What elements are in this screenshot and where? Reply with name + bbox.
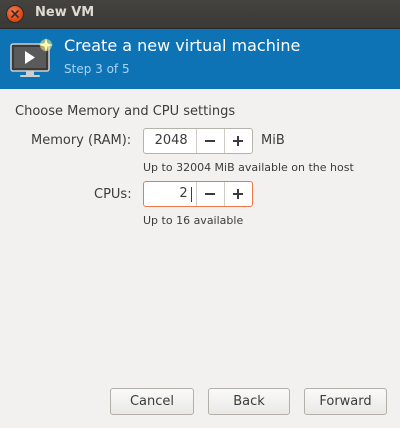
wizard-title: Create a new virtual machine <box>64 36 301 55</box>
memory-available-hint: Up to 32004 MiB available on the host <box>143 161 354 174</box>
window-titlebar: New VM <box>0 0 400 29</box>
wizard-header: Create a new virtual machine Step 3 of 5 <box>0 29 400 89</box>
section-title: Choose Memory and CPU settings <box>15 104 236 119</box>
text-cursor <box>190 187 192 202</box>
minus-icon <box>205 193 216 195</box>
memory-unit: MiB <box>261 133 285 148</box>
cpus-spinbox[interactable]: 2 <box>143 181 253 207</box>
back-button[interactable]: Back <box>208 388 290 415</box>
forward-button[interactable]: Forward <box>304 388 387 415</box>
memory-value[interactable]: 2048 <box>144 129 196 153</box>
memory-decrement-button[interactable] <box>195 129 224 153</box>
virtual-machine-icon <box>10 38 53 77</box>
minus-icon <box>205 140 216 142</box>
cpus-value-text: 2 <box>179 186 188 201</box>
memory-label: Memory (RAM): <box>31 133 132 148</box>
cpus-increment-button[interactable] <box>223 182 252 206</box>
plus-icon <box>233 189 244 199</box>
cancel-button[interactable]: Cancel <box>110 388 194 415</box>
memory-spinbox[interactable]: 2048 <box>143 128 253 154</box>
close-window-button[interactable] <box>7 6 23 22</box>
memory-increment-button[interactable] <box>223 129 252 153</box>
wizard-step-indicator: Step 3 of 5 <box>64 62 130 76</box>
cpus-available-hint: Up to 16 available <box>143 214 244 227</box>
close-icon <box>11 10 19 18</box>
cpus-value[interactable]: 2 <box>144 182 196 206</box>
window-title: New VM <box>35 5 95 20</box>
plus-icon <box>233 136 244 146</box>
cpus-label: CPUs: <box>94 187 132 202</box>
cpus-decrement-button[interactable] <box>195 182 224 206</box>
